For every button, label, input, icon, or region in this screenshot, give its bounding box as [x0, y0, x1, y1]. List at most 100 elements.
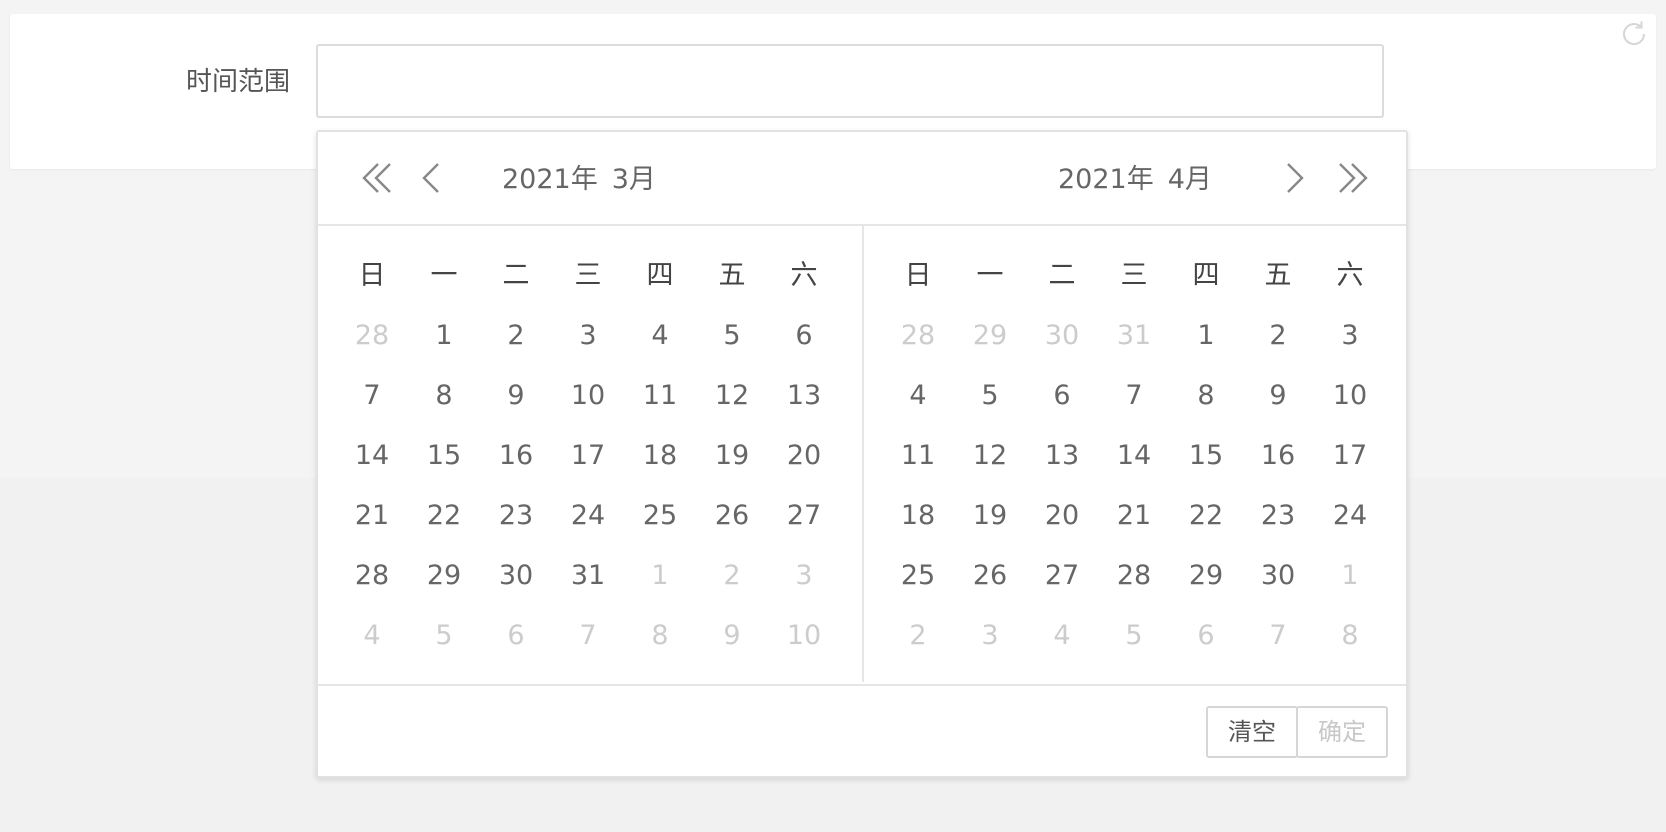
calendar-day[interactable]: 8 [408, 366, 480, 426]
right-month-label[interactable]: 4月 [1168, 164, 1212, 195]
calendar-day-other-month[interactable]: 7 [552, 606, 624, 666]
calendar-day[interactable]: 1 [1170, 306, 1242, 366]
calendar-day[interactable]: 2 [1242, 306, 1314, 366]
calendar-day-other-month[interactable]: 4 [1026, 606, 1098, 666]
left-year-label[interactable]: 2021年 [502, 164, 598, 195]
calendar-day[interactable]: 11 [882, 426, 954, 486]
calendar-day-other-month[interactable]: 28 [336, 306, 408, 366]
calendar-day-other-month[interactable]: 2 [696, 546, 768, 606]
calendar-day[interactable]: 29 [408, 546, 480, 606]
left-month-title[interactable]: 2021年 3月 [502, 160, 656, 200]
calendar-day[interactable]: 26 [696, 486, 768, 546]
calendar-day-other-month[interactable]: 28 [882, 306, 954, 366]
calendar-day[interactable]: 21 [336, 486, 408, 546]
calendar-day-other-month[interactable]: 8 [624, 606, 696, 666]
calendar-day[interactable]: 13 [1026, 426, 1098, 486]
calendar-day-other-month[interactable]: 4 [336, 606, 408, 666]
calendar-day[interactable]: 25 [624, 486, 696, 546]
calendar-day[interactable]: 5 [954, 366, 1026, 426]
calendar-day-other-month[interactable]: 3 [768, 546, 840, 606]
calendar-day-other-month[interactable]: 8 [1314, 606, 1386, 666]
calendar-day-other-month[interactable]: 5 [408, 606, 480, 666]
calendar-day[interactable]: 21 [1098, 486, 1170, 546]
calendar-day[interactable]: 30 [1242, 546, 1314, 606]
calendar-day-other-month[interactable]: 6 [480, 606, 552, 666]
confirm-button[interactable]: 确定 [1296, 706, 1388, 758]
calendar-day[interactable]: 12 [696, 366, 768, 426]
calendar-day-other-month[interactable]: 6 [1170, 606, 1242, 666]
calendar-day[interactable]: 17 [1314, 426, 1386, 486]
calendar-day[interactable]: 28 [1098, 546, 1170, 606]
calendar-day[interactable]: 8 [1170, 366, 1242, 426]
calendar-day-other-month[interactable]: 31 [1098, 306, 1170, 366]
calendar-day-other-month[interactable]: 7 [1242, 606, 1314, 666]
calendar-day[interactable]: 15 [1170, 426, 1242, 486]
calendar-day[interactable]: 4 [624, 306, 696, 366]
calendar-day-other-month[interactable]: 3 [954, 606, 1026, 666]
calendar-day[interactable]: 9 [1242, 366, 1314, 426]
calendar-day[interactable]: 9 [480, 366, 552, 426]
calendar-day[interactable]: 10 [552, 366, 624, 426]
calendar-day[interactable]: 14 [336, 426, 408, 486]
calendar-day[interactable]: 16 [480, 426, 552, 486]
calendar-day-other-month[interactable]: 29 [954, 306, 1026, 366]
clear-button[interactable]: 清空 [1206, 706, 1298, 758]
calendar-day[interactable]: 13 [768, 366, 840, 426]
calendar-day[interactable]: 18 [882, 486, 954, 546]
calendar-day[interactable]: 23 [1242, 486, 1314, 546]
calendar-day[interactable]: 24 [1314, 486, 1386, 546]
calendar-day[interactable]: 12 [954, 426, 1026, 486]
calendar-day[interactable]: 11 [624, 366, 696, 426]
calendar-day[interactable]: 24 [552, 486, 624, 546]
calendar-day[interactable]: 25 [882, 546, 954, 606]
calendar-day[interactable]: 31 [552, 546, 624, 606]
calendar-day[interactable]: 15 [408, 426, 480, 486]
calendar-day[interactable]: 16 [1242, 426, 1314, 486]
right-year-label[interactable]: 2021年 [1058, 164, 1154, 195]
calendar-day[interactable]: 5 [696, 306, 768, 366]
calendar-day[interactable]: 6 [768, 306, 840, 366]
calendar-day[interactable]: 23 [480, 486, 552, 546]
next-year-icon[interactable] [1330, 156, 1374, 200]
calendar-day[interactable]: 1 [408, 306, 480, 366]
calendar-day[interactable]: 30 [480, 546, 552, 606]
calendar-day-other-month[interactable]: 30 [1026, 306, 1098, 366]
calendar-day-other-month[interactable]: 1 [1314, 546, 1386, 606]
calendar-day[interactable]: 17 [552, 426, 624, 486]
calendar-day[interactable]: 7 [336, 366, 408, 426]
right-month-title[interactable]: 2021年 4月 [1058, 160, 1212, 200]
refresh-icon[interactable] [1618, 18, 1650, 50]
calendar-day[interactable]: 7 [1098, 366, 1170, 426]
calendar-day[interactable]: 22 [408, 486, 480, 546]
calendar-day-other-month[interactable]: 9 [696, 606, 768, 666]
calendar-day[interactable]: 22 [1170, 486, 1242, 546]
calendar-day-other-month[interactable]: 1 [624, 546, 696, 606]
calendar-day-other-month[interactable]: 5 [1098, 606, 1170, 666]
calendar-day[interactable]: 18 [624, 426, 696, 486]
calendar-day[interactable]: 20 [1026, 486, 1098, 546]
calendar-day[interactable]: 6 [1026, 366, 1098, 426]
calendar-day[interactable]: 2 [480, 306, 552, 366]
calendar-day[interactable]: 19 [696, 426, 768, 486]
calendar-day[interactable]: 28 [336, 546, 408, 606]
calendar-day[interactable]: 27 [1026, 546, 1098, 606]
calendar-day[interactable]: 10 [1314, 366, 1386, 426]
calendar-day[interactable]: 26 [954, 546, 1026, 606]
calendar-day[interactable]: 4 [882, 366, 954, 426]
prev-year-icon[interactable] [356, 156, 400, 200]
left-month-label[interactable]: 3月 [612, 164, 656, 195]
calendar-day[interactable]: 14 [1098, 426, 1170, 486]
time-range-input[interactable] [316, 44, 1384, 118]
calendar-day-other-month[interactable]: 10 [768, 606, 840, 666]
calendar-day[interactable]: 29 [1170, 546, 1242, 606]
calendar-day[interactable]: 3 [1314, 306, 1386, 366]
calendar-day[interactable]: 3 [552, 306, 624, 366]
calendar-day[interactable]: 20 [768, 426, 840, 486]
calendar-day[interactable]: 27 [768, 486, 840, 546]
weekday-header: 三 [574, 260, 602, 291]
left-calendar-panel: 日一二三四五六 28 1 2 3 4 5 6 7 8 9 10 11 12 13 14 15 16 17 18 19 20… [318, 226, 864, 682]
prev-month-icon[interactable] [410, 156, 454, 200]
calendar-day[interactable]: 19 [954, 486, 1026, 546]
next-month-icon[interactable] [1272, 156, 1316, 200]
calendar-day-other-month[interactable]: 2 [882, 606, 954, 666]
